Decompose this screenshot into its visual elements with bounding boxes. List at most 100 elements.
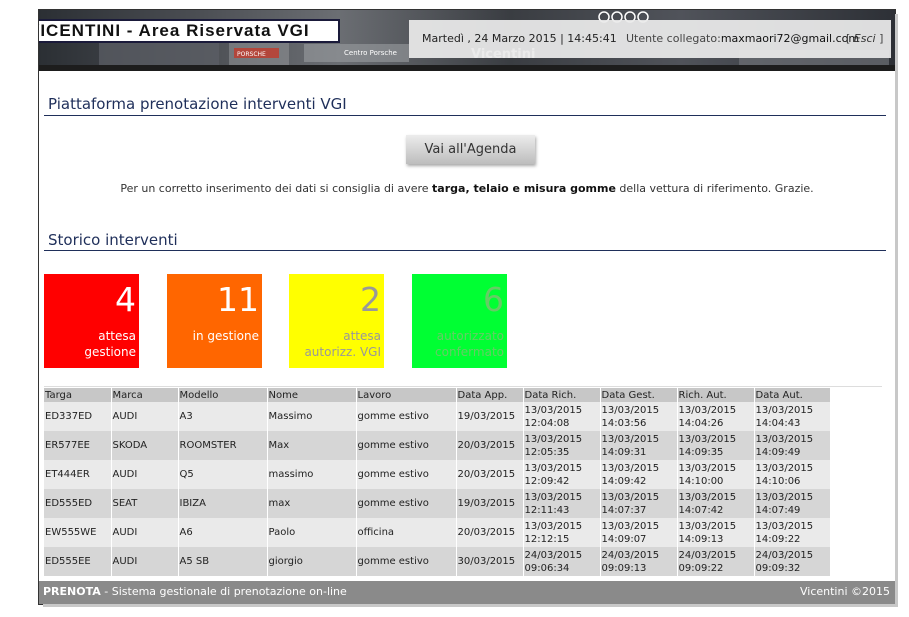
col-header[interactable]: Data Gest. — [600, 388, 678, 402]
table-cell: 13/03/2015 12:09:42 — [523, 460, 601, 489]
table-cell: 13/03/2015 14:09:42 — [600, 460, 678, 489]
tile-label: attesa autorizz. VGI — [304, 329, 381, 359]
table-cell: 13/03/2015 14:10:00 — [677, 460, 755, 489]
table-cell: 13/03/2015 14:09:31 — [600, 431, 678, 460]
logout-link[interactable]: Esci — [854, 32, 876, 45]
table-cell: 13/03/2015 12:12:15 — [523, 518, 601, 547]
col-header[interactable]: Targa — [44, 388, 112, 402]
table-row[interactable]: ED337ED AUDI A3 Massimo gomme estivo 19/03/20… — [44, 402, 831, 431]
platform-title: Piattaforma prenotazione interventi VGI — [48, 95, 347, 113]
table-cell: 13/03/2015 14:07:42 — [677, 489, 755, 518]
table-cell: SEAT — [111, 489, 179, 518]
table-cell: 24/03/2015 09:09:22 — [677, 547, 755, 576]
page-shadow-right — [895, 14, 898, 606]
history-table: Targa Marca Modello Nome Lavoro Data App… — [44, 388, 831, 576]
col-header[interactable]: Lavoro — [356, 388, 457, 402]
table-cell: 13/03/2015 14:09:22 — [754, 518, 831, 547]
page-shadow-bottom — [43, 604, 898, 607]
table-cell: Massimo — [267, 402, 357, 431]
table-cell: ED555ED — [44, 489, 112, 518]
logged-user: Utente collegato:maxmaori72@gmail.com — [626, 20, 859, 58]
page-frame: PORSCHE Centro Porsche Vicentini VICENTI… — [38, 9, 896, 605]
table-cell: SKODA — [111, 431, 179, 460]
col-header[interactable]: Data Rich. — [523, 388, 601, 402]
table-cell: AUDI — [111, 547, 179, 576]
table-cell: massimo — [267, 460, 357, 489]
table-cell: EW555WE — [44, 518, 112, 547]
col-header[interactable]: Marca — [111, 388, 179, 402]
note-text-end: della vettura di riferimento. Grazie. — [615, 182, 814, 195]
tile-attesa-gestione[interactable]: 4 attesa gestione — [44, 274, 139, 368]
table-cell: gomme estivo — [356, 460, 457, 489]
table-cell: 13/03/2015 12:11:43 — [523, 489, 601, 518]
table-header-row: Targa Marca Modello Nome Lavoro Data App… — [44, 388, 831, 402]
tile-count: 2 — [360, 280, 381, 319]
footer-app-desc: - Sistema gestionale di prenotazione on-… — [100, 585, 347, 598]
table-cell: A5 SB — [178, 547, 268, 576]
col-header[interactable]: Modello — [178, 388, 268, 402]
table-cell: 24/03/2015 09:09:32 — [754, 547, 831, 576]
table-cell: A3 — [178, 402, 268, 431]
tile-in-gestione[interactable]: 11 in gestione — [167, 274, 262, 368]
table-cell: 30/03/2015 — [456, 547, 524, 576]
history-title: Storico interventi — [48, 231, 178, 249]
table-cell: Q5 — [178, 460, 268, 489]
tile-label: in gestione — [192, 329, 259, 343]
footer-copyright: Vicentini ©2015 — [799, 585, 890, 598]
table-cell: 20/03/2015 — [456, 431, 524, 460]
table-cell: officina — [356, 518, 457, 547]
footer-app-info: PRENOTA - Sistema gestionale di prenotaz… — [43, 581, 347, 602]
table-cell: giorgio — [267, 547, 357, 576]
tile-attesa-autorizzazione[interactable]: 2 attesa autorizz. VGI — [289, 274, 384, 368]
table-cell: gomme estivo — [356, 547, 457, 576]
col-header[interactable]: Data Aut. — [754, 388, 831, 402]
tile-autorizzato[interactable]: 6 autorizzato confermato — [412, 274, 507, 368]
user-email: maxmaori72@gmail.com — [720, 32, 860, 45]
platform-title-rule — [44, 115, 886, 116]
col-header[interactable]: Data App. — [456, 388, 524, 402]
table-cell: AUDI — [111, 402, 179, 431]
user-label: Utente collegato: — [626, 32, 721, 45]
table-row[interactable]: ET444ER AUDI Q5 massimo gomme estivo 20/03/20… — [44, 460, 831, 489]
table-cell: 13/03/2015 14:07:37 — [600, 489, 678, 518]
table-body: ED337ED AUDI A3 Massimo gomme estivo 19/03/20… — [44, 402, 831, 576]
tile-count: 11 — [217, 280, 259, 319]
session-info-box: Martedì , 24 Marzo 2015 | 14:45:41 Utent… — [409, 20, 891, 58]
col-header[interactable]: Nome — [267, 388, 357, 402]
footer-app-name: PRENOTA — [43, 585, 101, 598]
table-row[interactable]: ER577EE SKODA ROOMSTER Max gomme estivo 20/03… — [44, 431, 831, 460]
table-cell: ED337ED — [44, 402, 112, 431]
table-cell: gomme estivo — [356, 489, 457, 518]
table-top-rule — [44, 386, 882, 387]
table-cell: 19/03/2015 — [456, 489, 524, 518]
table-cell: max — [267, 489, 357, 518]
table-row[interactable]: ED555EE AUDI A5 SB giorgio gomme estivo 30/03… — [44, 547, 831, 576]
table-cell: 13/03/2015 12:05:35 — [523, 431, 601, 460]
table-row[interactable]: EW555WE AUDI A6 Paolo officina 20/03/2015 13/0… — [44, 518, 831, 547]
tile-count: 6 — [483, 280, 504, 319]
logout-bracket-close: ] — [875, 32, 884, 45]
table-cell: 24/03/2015 09:06:34 — [523, 547, 601, 576]
tile-label: autorizzato confermato — [435, 329, 504, 359]
table-cell: ROOMSTER — [178, 431, 268, 460]
table-cell: ER577EE — [44, 431, 112, 460]
table-row[interactable]: ED555ED SEAT IBIZA max gomme estivo 19/03/201… — [44, 489, 831, 518]
table-cell: 13/03/2015 14:09:07 — [600, 518, 678, 547]
logout-control: [ Esci ] — [846, 20, 883, 58]
table-cell: 19/03/2015 — [456, 402, 524, 431]
porsche-sign-text: PORSCHE — [237, 51, 266, 58]
table-cell: A6 — [178, 518, 268, 547]
col-header[interactable]: Rich. Aut. — [677, 388, 755, 402]
table-cell: 13/03/2015 14:03:56 — [600, 402, 678, 431]
brand-title: VICENTINI - Area Riservata VGI — [39, 19, 340, 43]
table-cell: 13/03/2015 12:04:08 — [523, 402, 601, 431]
table-cell: Max — [267, 431, 357, 460]
table-cell: gomme estivo — [356, 431, 457, 460]
header-banner: PORSCHE Centro Porsche Vicentini VICENTI… — [39, 10, 895, 65]
table-cell: Paolo — [267, 518, 357, 547]
table-cell: ED555EE — [44, 547, 112, 576]
history-title-rule — [44, 250, 886, 251]
agenda-button[interactable]: Vai all'Agenda — [406, 135, 535, 164]
current-datetime: Martedì , 24 Marzo 2015 | 14:45:41 — [422, 32, 617, 45]
table-cell: 13/03/2015 14:04:43 — [754, 402, 831, 431]
